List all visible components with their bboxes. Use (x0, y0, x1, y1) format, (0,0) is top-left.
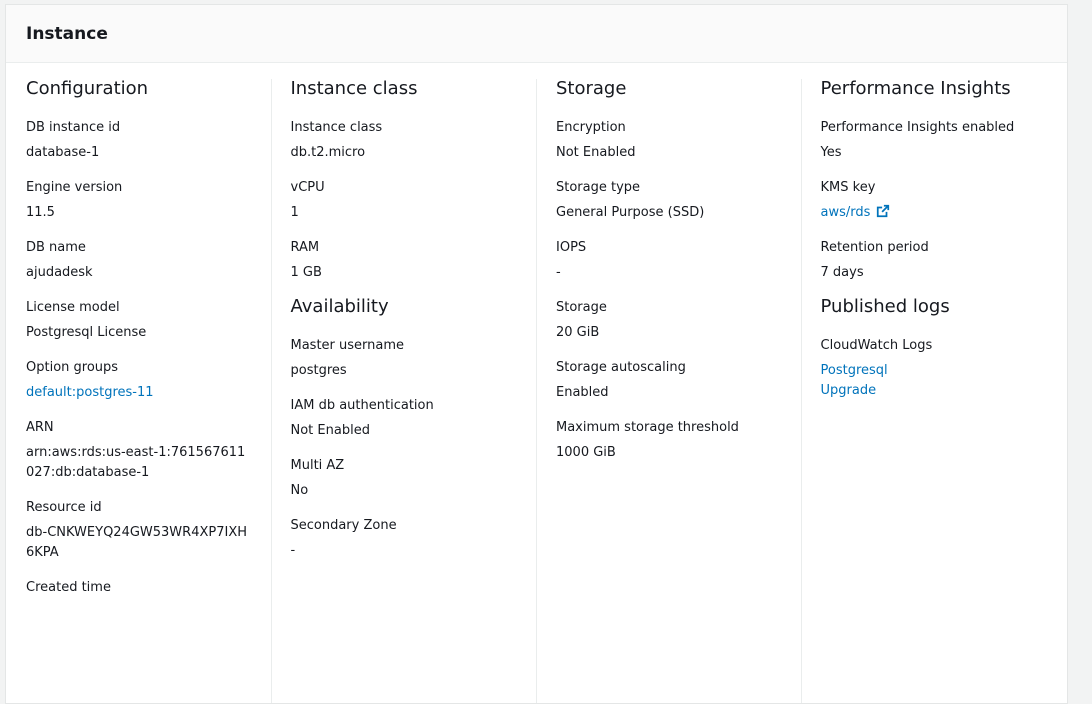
field-value: 1 GB (290, 265, 322, 280)
field-label: RAM (290, 240, 320, 255)
kms-key-link-text: aws/rds (820, 205, 871, 220)
max-storage-threshold-field: Maximum storage threshold 1000 GiB (556, 418, 781, 463)
field-label: Storage type (556, 180, 641, 195)
field-value: db.t2.micro (290, 145, 366, 160)
storage-type-field: Storage type General Purpose (SSD) (556, 178, 781, 223)
option-group-link[interactable]: default:postgres-11 (26, 385, 154, 400)
created-time-field: Created time (26, 578, 251, 598)
iam-db-auth-field: IAM db authentication Not Enabled (291, 396, 517, 441)
field-label: Performance Insights enabled (820, 120, 1015, 135)
storage-size-field: Storage 20 GiB (556, 298, 781, 343)
instance-class-column: Instance class Instance class db.t2.micr… (270, 63, 537, 703)
storage-title: Storage (556, 78, 627, 99)
field-label: IOPS (556, 240, 587, 255)
field-label: Encryption (556, 120, 626, 135)
field-value: aws/rds (821, 203, 1048, 223)
field-value: arn:aws:rds:us-east-1:761567611027:db:da… (26, 445, 246, 480)
field-value: 1 (290, 205, 299, 220)
field-label: Resource id (26, 500, 102, 515)
license-model-field: License model Postgresql License (26, 298, 251, 343)
field-value: Yes (820, 145, 842, 160)
field-value: - (290, 543, 296, 558)
ram-field: RAM 1 GB (291, 238, 517, 283)
field-label: IAM db authentication (290, 398, 434, 413)
field-value: Not Enabled (290, 423, 370, 438)
db-instance-id-field: DB instance id database-1 (26, 118, 251, 163)
encryption-field: Encryption Not Enabled (556, 118, 781, 163)
details-columns: Configuration DB instance id database-1 … (6, 63, 1067, 703)
availability-title: Availability (290, 296, 389, 317)
upgrade-log-link[interactable]: Upgrade (821, 381, 1048, 401)
field-value: Postgresql Upgrade (821, 361, 1048, 401)
arn-field: ARN arn:aws:rds:us-east-1:761567611027:d… (26, 418, 251, 483)
postgresql-log-link[interactable]: Postgresql (821, 361, 1048, 381)
field-value: db-CNKWEYQ24GW53WR4XP7IXH6KPA (26, 525, 247, 560)
field-label: License model (26, 300, 120, 315)
panel-header: Instance (6, 5, 1067, 63)
field-value: Not Enabled (556, 145, 636, 160)
resource-id-field: Resource id db-CNKWEYQ24GW53WR4XP7IXH6KP… (26, 498, 251, 563)
field-value: ajudadesk (26, 265, 93, 280)
field-value: postgres (290, 363, 347, 378)
secondary-zone-field: Secondary Zone - (291, 516, 517, 561)
external-link-icon[interactable] (876, 204, 890, 218)
field-label: CloudWatch Logs (820, 338, 933, 353)
field-label: ARN (26, 420, 54, 435)
field-label: Secondary Zone (290, 518, 397, 533)
kms-key-link[interactable]: aws/rds (820, 204, 891, 220)
performance-insights-column: Performance Insights Performance Insight… (800, 63, 1068, 703)
field-value: General Purpose (SSD) (556, 205, 705, 220)
field-label: Multi AZ (290, 458, 345, 473)
field-label: DB instance id (26, 120, 121, 135)
retention-period-field: Retention period 7 days (821, 238, 1048, 283)
iops-field: IOPS - (556, 238, 781, 283)
field-value: 20 GiB (556, 325, 600, 340)
panel-title: Instance (26, 23, 108, 44)
field-label: KMS key (820, 180, 876, 195)
field-value: Postgresql License (26, 325, 147, 340)
field-value: default:postgres-11 (26, 383, 251, 403)
published-logs-title: Published logs (820, 296, 950, 317)
field-label: vCPU (290, 180, 325, 195)
vcpu-field: vCPU 1 (291, 178, 517, 223)
field-value: 7 days (820, 265, 864, 280)
storage-autoscaling-field: Storage autoscaling Enabled (556, 358, 781, 403)
master-username-field: Master username postgres (291, 336, 517, 381)
field-label: DB name (26, 240, 86, 255)
kms-key-field: KMS key aws/rds (821, 178, 1048, 223)
option-groups-field: Option groups default:postgres-11 (26, 358, 251, 403)
field-label: Engine version (26, 180, 123, 195)
field-value: 11.5 (26, 205, 55, 220)
instance-panel: Instance Configuration DB instance id da… (5, 4, 1068, 704)
field-label: Retention period (820, 240, 929, 255)
field-label: Master username (290, 338, 405, 353)
instance-class-title: Instance class (290, 78, 418, 99)
instance-class-field: Instance class db.t2.micro (291, 118, 517, 163)
field-value: Enabled (556, 385, 609, 400)
db-name-field: DB name ajudadesk (26, 238, 251, 283)
field-label: Option groups (26, 360, 119, 375)
engine-version-field: Engine version 11.5 (26, 178, 251, 223)
configuration-title: Configuration (26, 78, 149, 99)
field-value: database-1 (26, 145, 100, 160)
configuration-column: Configuration DB instance id database-1 … (6, 63, 271, 703)
storage-column: Storage Encryption Not Enabled Storage t… (536, 63, 801, 703)
field-label: Storage autoscaling (556, 360, 686, 375)
field-label: Storage (556, 300, 607, 315)
performance-insights-title: Performance Insights (820, 78, 1011, 99)
field-label: Maximum storage threshold (556, 420, 739, 435)
field-value: - (556, 265, 561, 280)
field-label: Created time (26, 580, 111, 595)
pi-enabled-field: Performance Insights enabled Yes (821, 118, 1048, 163)
field-value: 1000 GiB (556, 445, 616, 460)
multi-az-field: Multi AZ No (291, 456, 517, 501)
field-label: Instance class (290, 120, 383, 135)
cloudwatch-logs-field: CloudWatch Logs Postgresql Upgrade (821, 336, 1048, 401)
field-value: No (290, 483, 309, 498)
